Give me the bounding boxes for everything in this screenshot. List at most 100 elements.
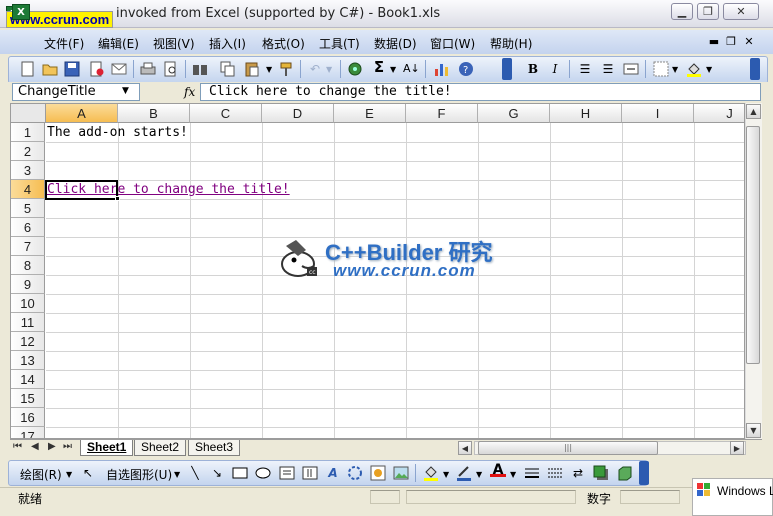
insert-function-icon[interactable]: fx xyxy=(184,85,195,99)
menu-file[interactable]: 文件(F) xyxy=(44,35,84,52)
close-button[interactable]: ✕ xyxy=(723,3,759,20)
permission-icon[interactable] xyxy=(89,61,105,77)
column-header-b[interactable]: B xyxy=(118,104,190,123)
rectangle-icon[interactable] xyxy=(232,465,248,481)
new-icon[interactable] xyxy=(20,61,36,77)
select-all-corner[interactable] xyxy=(11,104,46,123)
menu-help[interactable]: 帮助(H) xyxy=(490,35,532,52)
sheet-tab-sheet1[interactable]: Sheet1 xyxy=(80,440,134,456)
autoshapes-menu[interactable]: 自选图形(U) xyxy=(106,466,172,483)
autoshapes-dropdown-icon[interactable]: ▼ xyxy=(174,470,180,479)
sort-ascending-icon[interactable]: A↓ xyxy=(403,61,420,77)
menu-insert[interactable]: 插入(I) xyxy=(209,35,246,52)
last-sheet-button[interactable]: ⏭ xyxy=(63,441,72,452)
email-icon[interactable] xyxy=(111,61,127,77)
workbook-icon[interactable]: X xyxy=(12,4,30,20)
toolbar-options-icon[interactable] xyxy=(750,58,760,80)
row-header[interactable]: 8 xyxy=(11,256,45,275)
name-box-dropdown-icon[interactable]: ▼ xyxy=(122,86,129,96)
row-header[interactable]: 5 xyxy=(11,199,45,218)
mdi-restore-button[interactable]: ❐ xyxy=(724,35,738,49)
column-header-c[interactable]: C xyxy=(190,104,262,123)
windows-live-notification[interactable]: Windows L xyxy=(692,478,773,516)
font-color-icon[interactable]: A xyxy=(490,463,506,477)
sheet-tab-sheet3[interactable]: Sheet3 xyxy=(188,440,241,456)
menu-data[interactable]: 数据(D) xyxy=(374,35,417,52)
row-header[interactable]: 14 xyxy=(11,370,45,389)
row-header[interactable]: 1 xyxy=(11,123,45,142)
cell-a1[interactable]: The add-on starts! xyxy=(47,123,188,142)
toolbar-options-icon[interactable] xyxy=(502,58,512,80)
row-header[interactable]: 11 xyxy=(11,313,45,332)
oval-icon[interactable] xyxy=(255,465,271,481)
row-header[interactable]: 3 xyxy=(11,161,45,180)
row-header[interactable]: 13 xyxy=(11,351,45,370)
print-icon[interactable] xyxy=(140,61,156,77)
3d-style-icon[interactable] xyxy=(616,465,632,481)
autosum-dropdown-icon[interactable]: ▼ xyxy=(390,65,396,74)
column-header-g[interactable]: G xyxy=(478,104,550,123)
row-header[interactable]: 7 xyxy=(11,237,45,256)
name-box[interactable]: ChangeTitle xyxy=(12,83,140,101)
save-icon[interactable] xyxy=(64,61,80,77)
mdi-close-button[interactable]: ✕ xyxy=(742,35,756,49)
copy-icon[interactable] xyxy=(220,61,236,77)
next-sheet-button[interactable]: ▶ xyxy=(48,441,56,452)
scroll-down-button[interactable]: ▼ xyxy=(746,423,761,438)
chart-wizard-icon[interactable] xyxy=(434,61,450,77)
row-header[interactable]: 2 xyxy=(11,142,45,161)
restore-button[interactable]: ❐ xyxy=(697,3,719,20)
research-icon[interactable] xyxy=(192,61,208,77)
formula-input[interactable]: Click here to change the title! xyxy=(200,83,761,101)
row-header[interactable]: 10 xyxy=(11,294,45,313)
first-sheet-button[interactable]: ⏮ xyxy=(13,441,22,452)
vertical-scroll-thumb[interactable] xyxy=(746,126,760,364)
hyperlink-icon[interactable] xyxy=(347,61,363,77)
row-header[interactable]: 9 xyxy=(11,275,45,294)
fill-color-dropdown-icon[interactable]: ▼ xyxy=(706,65,712,74)
row-header[interactable]: 17 xyxy=(11,427,45,438)
paste-dropdown-icon[interactable]: ▼ xyxy=(266,65,272,74)
vertical-text-box-icon[interactable] xyxy=(302,465,318,481)
align-left-icon[interactable]: ☰ xyxy=(577,61,593,77)
draw-dropdown-icon[interactable]: ▼ xyxy=(66,470,72,479)
toolbar-options-icon[interactable] xyxy=(639,461,649,485)
arrow-style-icon[interactable]: ⇄ xyxy=(570,465,586,481)
column-header-i[interactable]: I xyxy=(622,104,694,123)
diagram-icon[interactable] xyxy=(347,465,363,481)
text-box-icon[interactable] xyxy=(279,465,295,481)
row-header[interactable]: 16 xyxy=(11,408,45,427)
italic-icon[interactable]: I xyxy=(547,61,563,77)
merge-center-icon[interactable] xyxy=(623,61,639,77)
shadow-style-icon[interactable] xyxy=(593,465,609,481)
format-painter-icon[interactable] xyxy=(279,61,295,77)
arrow-icon[interactable]: ↘ xyxy=(209,465,225,481)
mdi-minimize-button[interactable]: ▬ xyxy=(707,35,721,49)
row-header[interactable]: 15 xyxy=(11,389,45,408)
column-header-e[interactable]: E xyxy=(334,104,406,123)
undo-dropdown-icon[interactable]: ▼ xyxy=(326,65,332,74)
menu-window[interactable]: 窗口(W) xyxy=(430,35,475,52)
line-color-icon[interactable] xyxy=(456,465,472,481)
bold-icon[interactable]: B xyxy=(525,61,541,77)
row-header[interactable]: 6 xyxy=(11,218,45,237)
horizontal-scroll-thumb[interactable]: ||| xyxy=(478,441,658,455)
fill-handle[interactable] xyxy=(115,196,120,201)
paste-icon[interactable] xyxy=(244,61,260,77)
line-style-icon[interactable] xyxy=(524,465,540,481)
scroll-up-button[interactable]: ▲ xyxy=(746,104,761,119)
row-header[interactable]: 12 xyxy=(11,332,45,351)
fill-color-icon[interactable] xyxy=(423,465,439,481)
column-header-a[interactable]: A xyxy=(46,104,118,123)
font-color-dropdown-icon[interactable]: ▼ xyxy=(510,470,516,479)
help-icon[interactable]: ? xyxy=(458,61,474,77)
menu-view[interactable]: 视图(V) xyxy=(153,35,195,52)
clip-art-icon[interactable] xyxy=(370,465,386,481)
menu-edit[interactable]: 编辑(E) xyxy=(98,35,139,52)
line-color-dropdown-icon[interactable]: ▼ xyxy=(476,470,482,479)
menu-tools[interactable]: 工具(T) xyxy=(319,35,360,52)
draw-menu[interactable]: 绘图(R) xyxy=(20,466,62,483)
minimize-button[interactable]: ▁ xyxy=(671,3,693,20)
borders-icon[interactable] xyxy=(653,61,669,77)
scroll-left-button[interactable]: ◀ xyxy=(458,441,472,455)
